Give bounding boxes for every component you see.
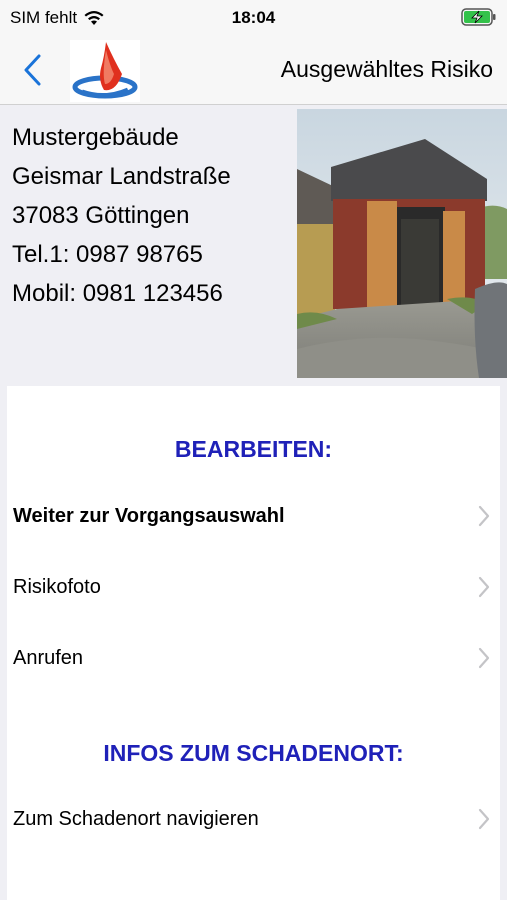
section-title-schadenort: INFOS ZUM SCHADENORT:: [103, 740, 404, 766]
risk-street: Geismar Landstraße: [12, 163, 231, 190]
row-anrufen[interactable]: Anrufen: [7, 633, 500, 683]
status-time: 18:04: [231, 8, 276, 27]
flame-logo-icon: [72, 42, 138, 99]
row-label: Weiter zur Vorgangsauswahl: [13, 504, 285, 527]
nav-title: Ausgewähltes Risiko: [280, 56, 493, 82]
section-title-bearbeiten: BEARBEITEN:: [174, 436, 333, 462]
row-schadenort-navigieren[interactable]: Zum Schadenort navigieren: [7, 794, 500, 844]
actions-card: BEARBEITEN: Weiter zur Vorgangsauswahl R…: [7, 386, 500, 900]
row-vorgangsauswahl[interactable]: Weiter zur Vorgangsauswahl: [7, 491, 500, 541]
address-block: Mustergebäude Geismar Landstraße 37083 G…: [12, 118, 231, 313]
risk-phone[interactable]: Tel.1: 0987 98765: [12, 235, 231, 274]
back-button[interactable]: [14, 48, 50, 92]
chevron-right-icon: [478, 576, 490, 598]
chevron-right-icon: [478, 647, 490, 669]
row-label: Anrufen: [13, 646, 84, 669]
navigation-bar: Ausgewähltes Risiko: [0, 36, 507, 105]
barn-photo: [297, 109, 507, 378]
chevron-right-icon: [478, 505, 490, 527]
status-bar: SIM fehlt 18:04: [0, 0, 507, 36]
risk-name: Mustergebäude: [12, 124, 179, 151]
risk-city: 37083 Göttingen: [12, 202, 190, 229]
risk-info-header: Mustergebäude Geismar Landstraße 37083 G…: [0, 106, 507, 378]
row-label: Risikofoto: [13, 575, 101, 598]
status-right: [461, 8, 497, 31]
battery-charging-icon: [461, 8, 496, 26]
chevron-right-icon: [478, 808, 490, 830]
chevron-left-icon: [24, 54, 41, 86]
app-logo: [70, 40, 140, 102]
row-label: Zum Schadenort navigieren: [13, 807, 259, 830]
row-risikofoto[interactable]: Risikofoto: [7, 562, 500, 612]
risk-mobile[interactable]: Mobil: 0981 123456: [12, 274, 231, 313]
risk-photo[interactable]: [297, 109, 507, 378]
